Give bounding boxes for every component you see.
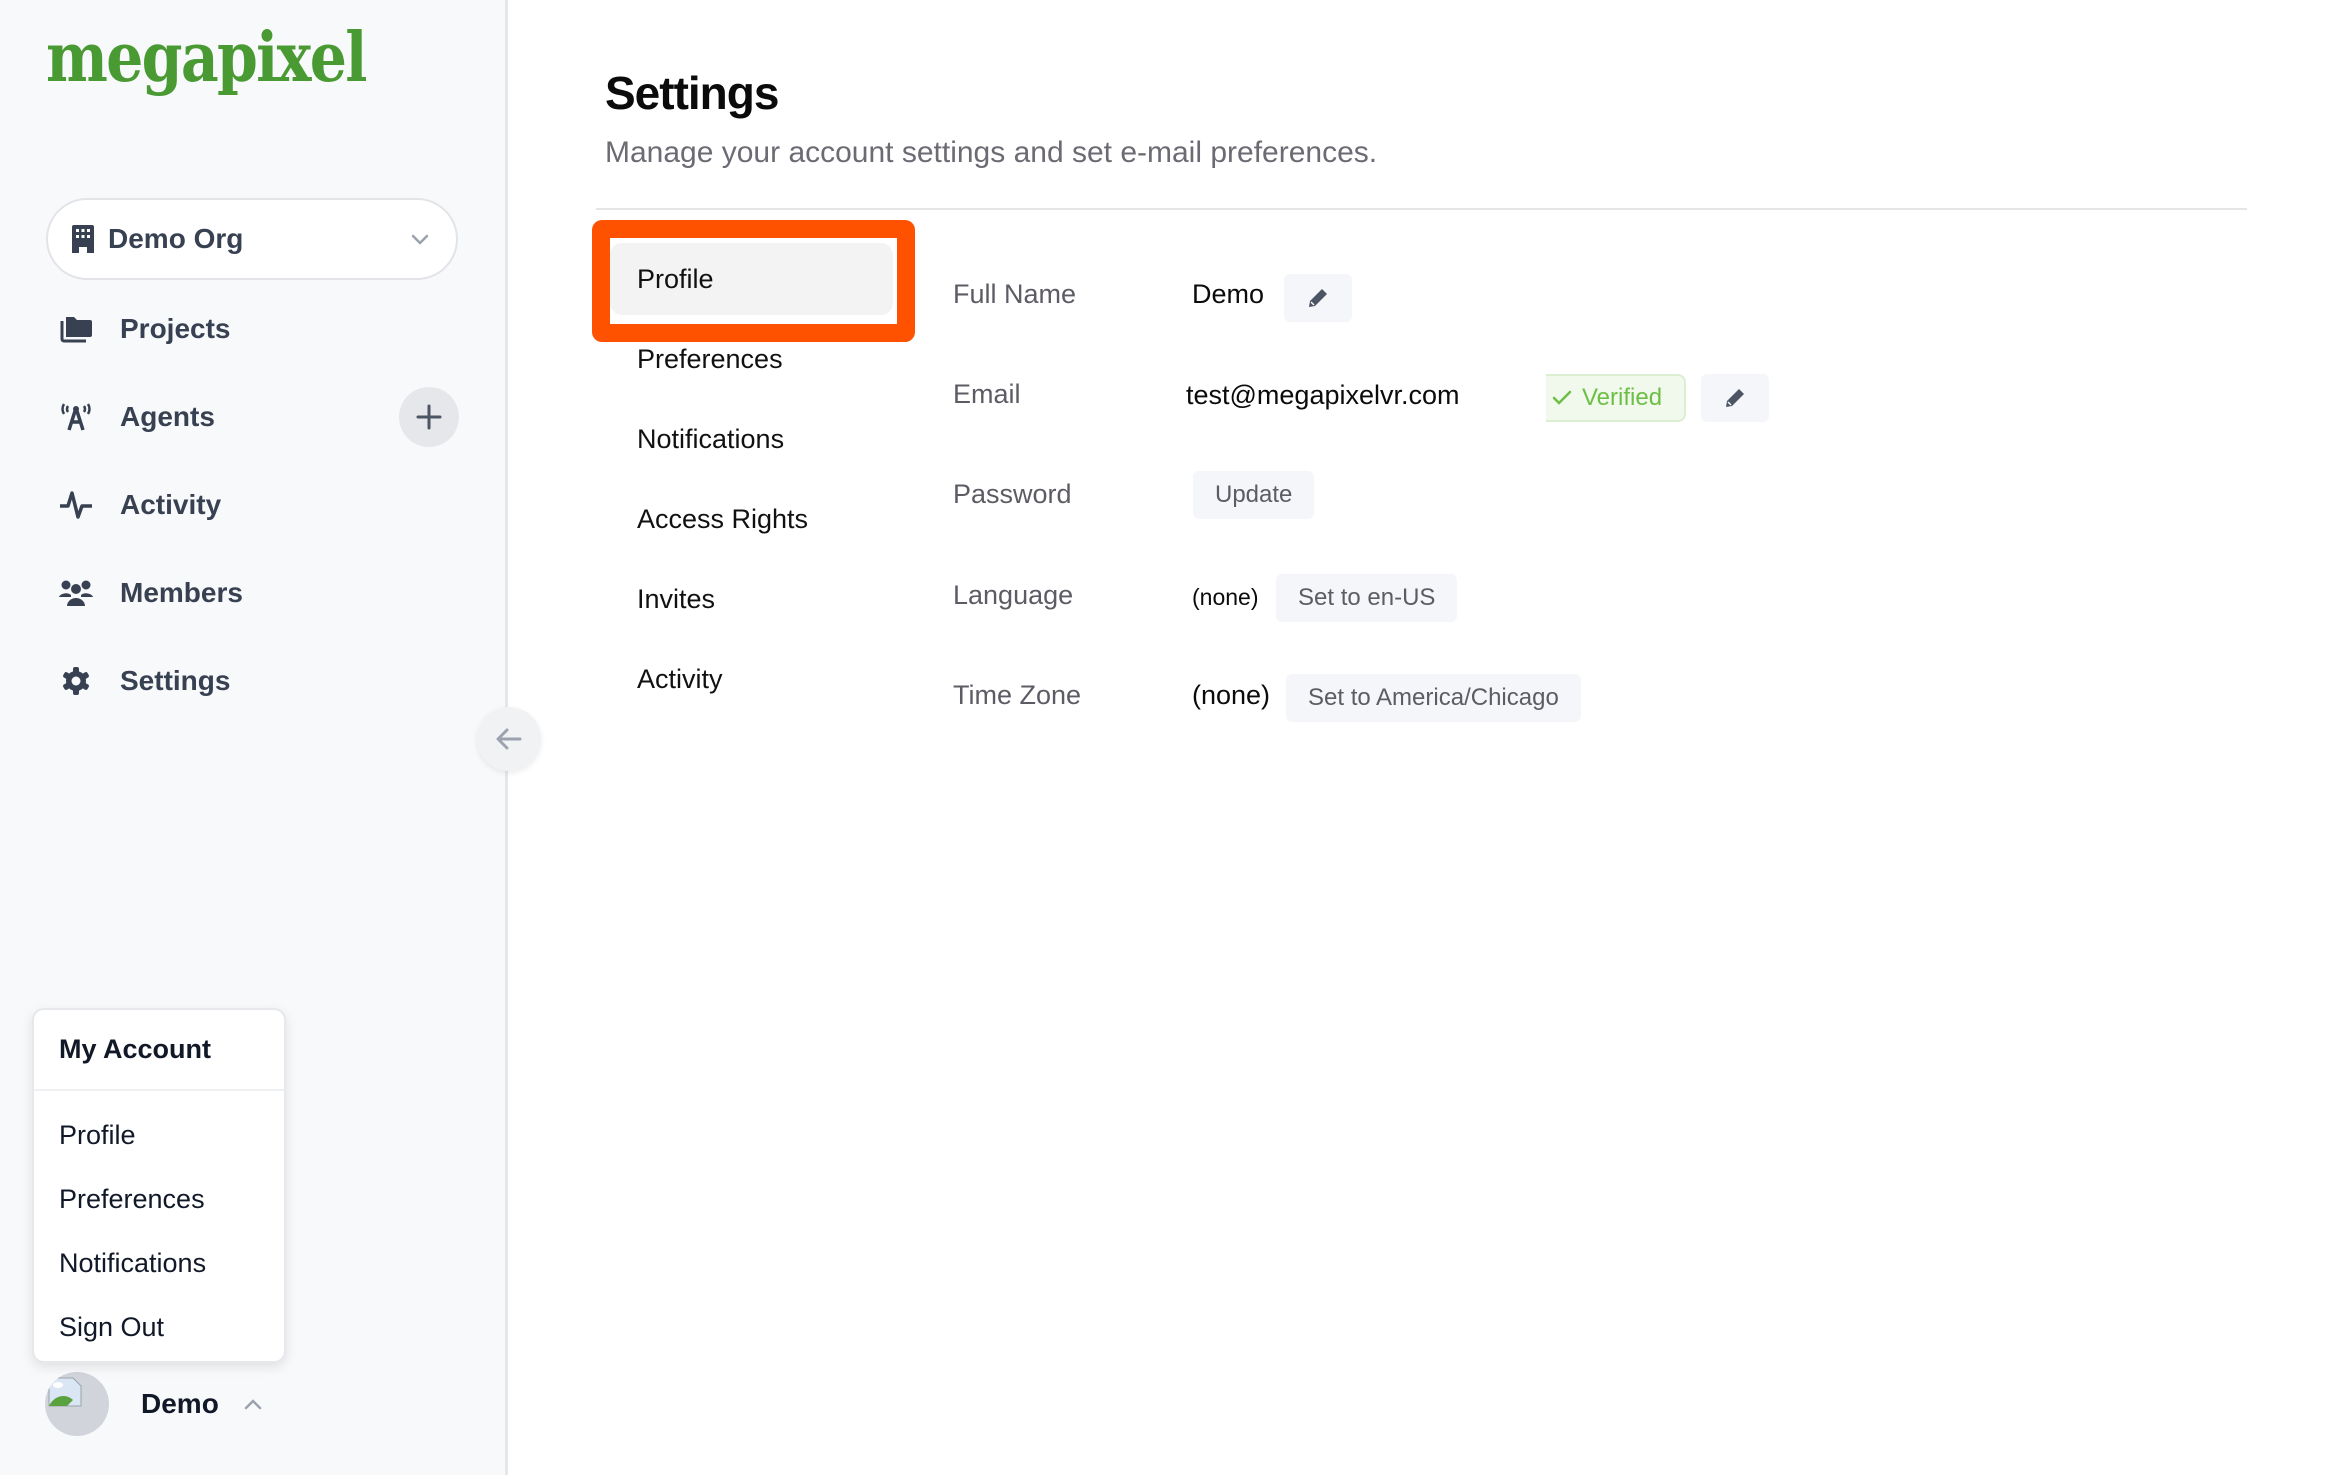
folder-icon: [56, 312, 96, 346]
user-name: Demo: [141, 1388, 219, 1419]
update-password-button[interactable]: Update: [1193, 471, 1315, 519]
account-menu-sign-out[interactable]: Sign Out: [34, 1295, 284, 1359]
pencil-icon: [1309, 289, 1327, 307]
tab-activity[interactable]: Activity: [610, 643, 893, 715]
pencil-icon: [1726, 389, 1744, 407]
collapse-sidebar-button[interactable]: [477, 707, 541, 771]
tab-invites[interactable]: Invites: [610, 563, 893, 635]
full-name-value: Demo: [1192, 279, 1265, 309]
verified-badge: Verified: [1546, 374, 1687, 422]
tab-access-rights[interactable]: Access Rights: [610, 483, 893, 555]
account-menu-header: My Account: [34, 1010, 284, 1091]
time-zone-label: Time Zone: [953, 680, 1082, 710]
account-menu: My Account Profile Preferences Notificat…: [32, 1008, 286, 1363]
sidebar-item-activity[interactable]: Activity: [56, 470, 456, 540]
email-label: Email: [953, 379, 1021, 409]
gear-icon: [56, 664, 96, 698]
sidebar: megapixel Demo Org Projects Agents Activ…: [0, 0, 508, 1475]
edit-full-name-button[interactable]: [1284, 274, 1352, 322]
arrow-left-icon: [496, 728, 522, 750]
nav-label: Settings: [120, 665, 231, 696]
nav-label: Members: [120, 577, 243, 608]
avatar: [45, 1372, 109, 1436]
broken-image-icon: [48, 1377, 82, 1407]
divider: [596, 208, 2247, 210]
tab-preferences[interactable]: Preferences: [610, 323, 893, 395]
sidebar-item-members[interactable]: Members: [56, 558, 456, 628]
account-menu-preferences[interactable]: Preferences: [34, 1167, 284, 1231]
page-subtitle: Manage your account settings and set e-m…: [605, 136, 1378, 169]
page-title: Settings: [605, 67, 779, 119]
sidebar-item-agents[interactable]: Agents: [56, 382, 456, 452]
pulse-icon: [56, 488, 96, 522]
password-label: Password: [953, 479, 1072, 509]
sidebar-item-projects[interactable]: Projects: [56, 294, 456, 364]
chevron-down-icon: [411, 234, 429, 245]
org-selector[interactable]: Demo Org: [46, 198, 458, 280]
plus-icon: [416, 404, 442, 430]
org-name: Demo Org: [108, 223, 244, 254]
antenna-icon: [56, 400, 96, 434]
user-menu-toggle[interactable]: Demo: [45, 1372, 345, 1436]
account-menu-notifications[interactable]: Notifications: [34, 1231, 284, 1295]
account-menu-profile[interactable]: Profile: [34, 1103, 284, 1167]
time-zone-value: (none): [1192, 680, 1271, 710]
nav-label: Projects: [120, 313, 231, 344]
sidebar-item-settings[interactable]: Settings: [56, 646, 456, 716]
nav-label: Activity: [120, 489, 222, 520]
full-name-label: Full Name: [953, 279, 1077, 309]
email-value: test@megapixelvr.com: [1186, 380, 1460, 410]
set-time-zone-button[interactable]: Set to America/Chicago: [1286, 674, 1581, 722]
set-language-button[interactable]: Set to en-US: [1276, 574, 1458, 622]
verified-text: Verified: [1582, 384, 1663, 411]
language-label: Language: [953, 580, 1074, 610]
tab-profile[interactable]: Profile: [610, 243, 893, 315]
nav-label: Agents: [120, 401, 215, 432]
add-agent-button[interactable]: [399, 387, 459, 447]
chevron-up-icon: [244, 1399, 262, 1410]
tab-notifications[interactable]: Notifications: [610, 403, 893, 475]
edit-email-button[interactable]: [1701, 374, 1769, 422]
check-icon: [1552, 390, 1572, 405]
language-value: (none): [1192, 584, 1259, 610]
users-icon: [56, 576, 96, 610]
building-icon: [72, 225, 94, 253]
logo[interactable]: megapixel: [46, 18, 368, 98]
